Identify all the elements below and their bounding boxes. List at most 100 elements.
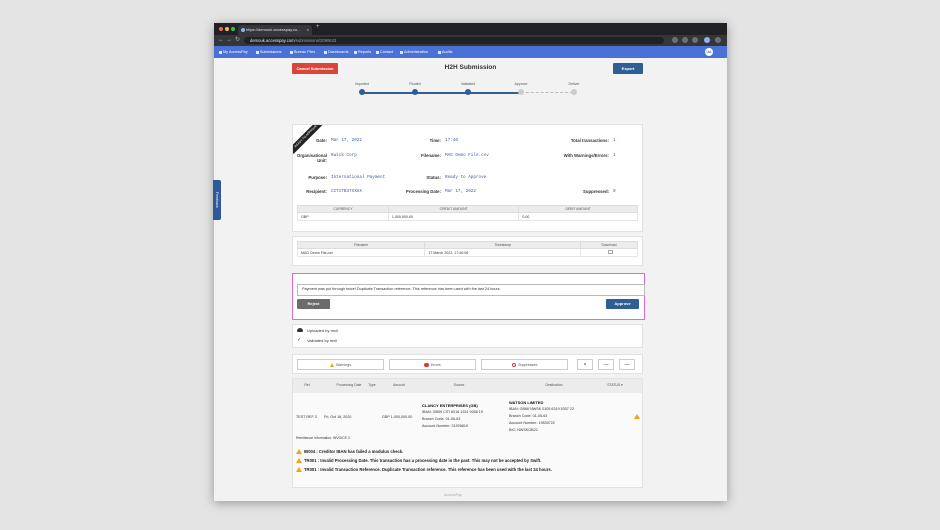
browser-tab[interactable]: https://demouk.accesspay.co... × — [238, 25, 312, 35]
footer-logo: AccessPay — [444, 493, 462, 497]
warnings-errors-value: 1 — [613, 153, 616, 158]
download-cell — [580, 248, 638, 257]
credit-cell: 1,000,000.00 — [387, 212, 520, 221]
dest-bic: BIC: NWSKGB22 — [509, 428, 538, 432]
reports-icon — [354, 50, 357, 54]
user-avatar[interactable]: UA — [705, 48, 713, 56]
validated-by: Validated by mxll — [307, 338, 337, 343]
extension-icon[interactable] — [672, 37, 678, 43]
url-path: /submissions/2090633 — [294, 38, 337, 43]
purpose-label: Purpose: — [308, 175, 327, 180]
url-field[interactable]: demouk.accesspay.com/submissions/2090633 — [244, 37, 664, 44]
date-label: Date: — [316, 138, 327, 143]
validation-message-1: IB004 : Creditor IBAN has failed a modul… — [304, 449, 404, 454]
org-unit-value: Kwick Corp — [331, 153, 357, 158]
nav-dashboards[interactable]: Dashboards — [324, 46, 348, 58]
minimize-window-icon[interactable] — [225, 27, 229, 31]
dest-iban: IBAN: GB66 NWSK 0105 6319 5307 22 — [509, 407, 574, 411]
debit-cell: 0.00 — [518, 212, 638, 221]
summary-card: READY TO APPROVE Date: Mar 17, 2022 Time… — [292, 124, 643, 232]
progress-line-pending — [521, 92, 573, 94]
clear-filter-button[interactable]: × — [577, 359, 593, 370]
suppressed-icon — [511, 362, 517, 368]
uploaded-by: Uploaded by mxll — [307, 328, 338, 333]
close-window-icon[interactable] — [219, 27, 223, 31]
progress-line-done — [362, 92, 521, 94]
credit-header: CREDIT AMOUNT — [387, 205, 520, 213]
tab-title: https://demouk.accesspay.co... — [246, 27, 301, 32]
step-dot-approve — [518, 89, 524, 95]
source-branch: Branch Code: 01-06-63 — [422, 417, 461, 421]
menu-kebab-icon[interactable] — [715, 37, 721, 43]
browser-tabbar: https://demouk.accesspay.co... × + — [214, 23, 727, 35]
suppressed-value: 0 — [613, 189, 616, 194]
errors-filter-button[interactable]: Errors — [389, 359, 476, 370]
approval-note-field[interactable]: Payment was put through twice! Duplicate… — [297, 284, 645, 296]
message-warning-icon — [296, 449, 302, 454]
nav-bureau-files[interactable]: Bureau Files — [290, 46, 315, 58]
nav-reports[interactable]: Reports — [354, 46, 371, 58]
currency-header: CURRENCY — [297, 205, 389, 213]
date-value: Mar 17, 2022 — [331, 138, 362, 143]
nav-submissions[interactable]: Submissions — [256, 46, 282, 58]
home-icon — [219, 50, 222, 54]
currency-table: CURRENCY CREDIT AMOUNT DEBIT AMOUNT GBP 1,0… — [297, 205, 638, 221]
org-unit-label: Organisational Unit: — [296, 153, 327, 163]
forward-icon[interactable]: → — [226, 35, 232, 46]
dest-name: WATSON LIMITED — [509, 400, 544, 405]
step-dot-deliver — [571, 89, 577, 95]
filename-header: Filename — [296, 241, 426, 249]
admin-icon — [400, 50, 403, 54]
tab-close-icon[interactable]: × — [307, 25, 309, 35]
browser-window: https://demouk.accesspay.co... × + ← → ↻… — [214, 23, 727, 501]
cancel-submission-button[interactable]: Cancel Submission — [292, 63, 338, 74]
warnings-filter-button[interactable]: Warnings — [297, 359, 384, 370]
collapse-all-button[interactable]: — — [598, 359, 614, 370]
recipient-value: CITITB37XXXX — [331, 189, 362, 194]
dest-account: Account Number: 19530722 — [509, 421, 555, 425]
step-dot-validated — [465, 89, 471, 95]
reject-button[interactable]: Reject — [297, 299, 330, 309]
back-icon[interactable]: ← — [218, 35, 224, 46]
nav-audits[interactable]: Audits — [438, 46, 453, 58]
feedback-tab[interactable]: Feedback — [213, 180, 221, 220]
submissions-icon — [256, 50, 259, 54]
timestamp-header: Timestamp — [424, 241, 581, 249]
col-ref: Ref — [304, 383, 310, 387]
new-tab-button[interactable]: + — [316, 24, 320, 30]
nav-contact[interactable]: Contact — [376, 46, 393, 58]
profile-icon[interactable] — [704, 37, 710, 43]
expand-all-button[interactable]: — — [619, 359, 635, 370]
file-name-cell: MAG Demo File.csv — [296, 248, 426, 257]
app-navbar: My AccessPay Submissions Bureau Files Da… — [214, 46, 727, 58]
nav-my-accesspay[interactable]: My AccessPay — [219, 46, 248, 58]
export-button[interactable]: Export — [613, 63, 643, 74]
txn-ref: TEST REF 3 — [296, 415, 317, 419]
favicon-icon — [241, 28, 245, 32]
approve-button[interactable]: Approve — [606, 299, 639, 309]
suppressed-filter-button[interactable]: Suppressed — [481, 359, 568, 370]
filename-label: Filename: — [420, 153, 441, 158]
purpose-value: International Payment — [331, 175, 386, 180]
files-card: Filename Timestamp Download MAG Demo File.… — [292, 236, 643, 266]
cloud-upload-icon — [297, 328, 303, 332]
col-amount: Amount — [393, 383, 405, 387]
source-account: Account Number: 31926819 — [422, 424, 468, 428]
total-transactions-label: Total transactions: — [570, 138, 609, 143]
extensions-puzzle-icon[interactable] — [692, 37, 698, 43]
page-title: H2H Submission — [444, 64, 497, 71]
col-status[interactable]: STATUS ▾ — [605, 383, 625, 387]
step-label-validated: Validated — [460, 82, 476, 86]
step-dot-imported — [359, 89, 365, 95]
status-value: Ready to Approve — [445, 175, 487, 180]
bookmark-icon[interactable] — [682, 37, 688, 43]
col-processing-date: Processing Date — [336, 383, 362, 387]
step-dot-routed — [412, 89, 418, 95]
row-warning-icon[interactable] — [634, 414, 640, 419]
download-icon[interactable] — [608, 250, 613, 254]
nav-administration[interactable]: Administration — [400, 46, 428, 58]
reload-icon[interactable]: ↻ — [235, 35, 240, 46]
dest-branch: Branch Code: 01-05-63 — [509, 414, 548, 418]
maximize-window-icon[interactable] — [231, 27, 235, 31]
files-table: Filename Timestamp Download MAG Demo File.… — [296, 241, 638, 257]
